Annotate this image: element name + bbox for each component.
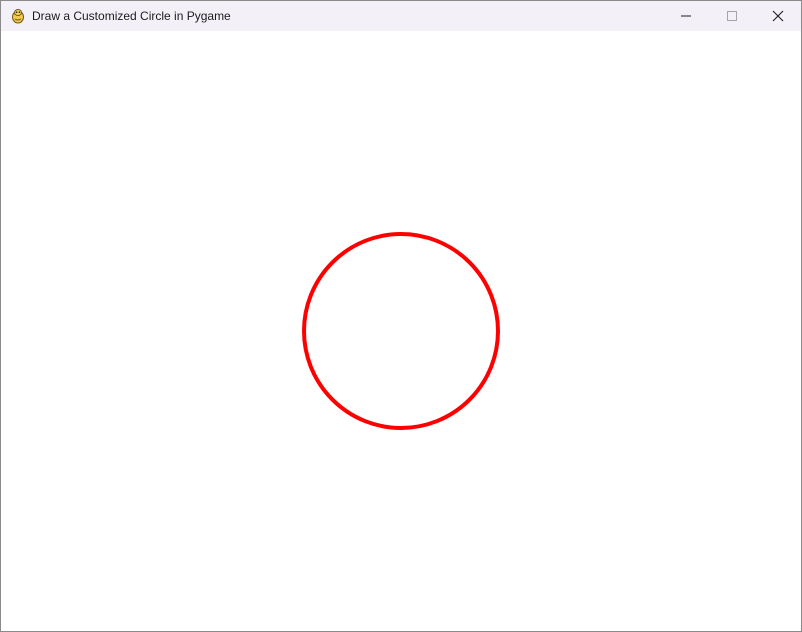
title-bar[interactable]: Draw a Customized Circle in Pygame — [1, 1, 801, 31]
window-title: Draw a Customized Circle in Pygame — [32, 9, 231, 23]
pygame-window: Draw a Customized Circle in Pygame — [0, 0, 802, 632]
minimize-icon — [681, 15, 691, 17]
close-button[interactable] — [755, 1, 801, 31]
pygame-canvas[interactable] — [1, 31, 801, 631]
pygame-snake-icon — [10, 8, 26, 24]
window-controls — [663, 1, 801, 31]
minimize-button[interactable] — [663, 1, 709, 31]
maximize-icon — [727, 11, 737, 21]
maximize-button[interactable] — [709, 1, 755, 31]
canvas-surface — [302, 232, 500, 430]
red-circle — [302, 232, 500, 430]
close-icon — [772, 10, 784, 22]
